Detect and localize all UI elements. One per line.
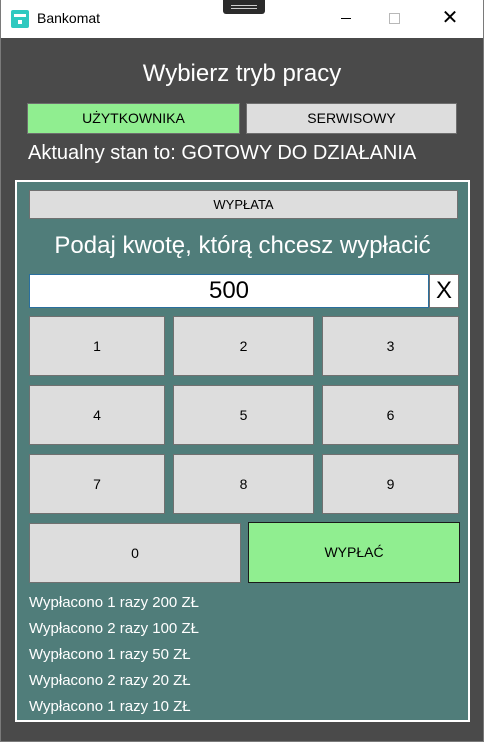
withdraw-panel: WYPŁATA Podaj kwotę, którą chcesz wypłac… — [15, 180, 470, 722]
status-text: Aktualny stan to: GOTOWY DO DZIAŁANIA — [28, 142, 417, 164]
key-8-button[interactable]: 8 — [173, 454, 314, 514]
withdraw-mode-button[interactable]: WYPŁATA — [29, 190, 458, 219]
clear-button[interactable]: X — [429, 274, 459, 308]
window-title: Bankomat — [37, 10, 101, 26]
service-mode-button[interactable]: SERWISOWY — [246, 103, 457, 134]
user-mode-button[interactable]: UŻYTKOWNIKA — [27, 103, 240, 134]
amount-prompt: Podaj kwotę, którą chcesz wypłacić — [54, 232, 431, 259]
minimize-icon — [341, 18, 351, 19]
key-5-button[interactable]: 5 — [173, 385, 314, 445]
key-2-button[interactable]: 2 — [173, 316, 314, 376]
page-title: Wybierz tryb pracy — [142, 60, 342, 87]
withdraw-log-line: Wypłacono 1 razy 10 ZŁ — [29, 698, 191, 715]
withdraw-log-line: Wypłacono 2 razy 20 ZŁ — [29, 672, 191, 689]
key-6-button[interactable]: 6 — [322, 385, 459, 445]
title-bar[interactable]: Bankomat ✕ — [1, 0, 483, 38]
key-4-button[interactable]: 4 — [29, 385, 165, 445]
key-1-button[interactable]: 1 — [29, 316, 165, 376]
maximize-button[interactable] — [371, 0, 417, 38]
amount-input[interactable]: 500 — [29, 274, 429, 308]
key-3-button[interactable]: 3 — [322, 316, 459, 376]
withdraw-log-line: Wypłacono 2 razy 100 ZŁ — [29, 620, 199, 637]
minimize-button[interactable] — [323, 0, 369, 38]
calculator-icon — [11, 10, 29, 28]
maximize-icon — [389, 13, 400, 24]
app-window: Bankomat ✕ Wybierz tryb pracy UŻYTKOWNIK… — [0, 0, 484, 742]
key-9-button[interactable]: 9 — [322, 454, 459, 514]
close-button[interactable]: ✕ — [427, 0, 473, 38]
drag-handle-icon[interactable] — [223, 0, 265, 14]
key-7-button[interactable]: 7 — [29, 454, 165, 514]
withdraw-log-line: Wypłacono 1 razy 50 ZŁ — [29, 646, 191, 663]
withdraw-button[interactable]: WYPŁAĆ — [248, 522, 460, 583]
withdraw-log-line: Wypłacono 1 razy 200 ZŁ — [29, 594, 199, 611]
key-0-button[interactable]: 0 — [29, 523, 241, 583]
